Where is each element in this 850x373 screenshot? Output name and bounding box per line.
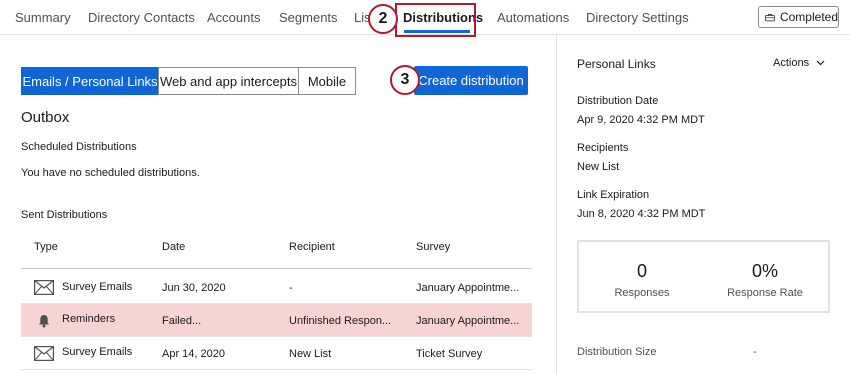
column-header-recipient[interactable]: Recipient — [289, 241, 335, 253]
nav-tab-automations[interactable]: Automations — [497, 10, 569, 25]
row-type: Survey Emails — [62, 346, 133, 358]
completed-label: Completed — [779, 10, 838, 24]
row-date: Jun 30, 2020 — [162, 282, 226, 294]
tab-emails-personal-links[interactable]: Emails / Personal Links — [21, 67, 159, 95]
table-header-divider — [21, 268, 532, 269]
distribution-date-value: Apr 9, 2020 4:32 PM MDT — [577, 114, 705, 126]
column-header-type[interactable]: Type — [34, 241, 58, 253]
actions-dropdown[interactable]: Actions — [773, 57, 825, 69]
step-badge-2: 2 — [368, 4, 398, 34]
sent-heading: Sent Distributions — [21, 209, 108, 221]
bell-icon — [38, 314, 50, 333]
recipients-value: New List — [577, 161, 620, 173]
nav-tab-accounts[interactable]: Accounts — [207, 10, 260, 25]
row-date: Failed... — [162, 315, 202, 327]
create-distribution-button[interactable]: Create distribution — [414, 66, 528, 95]
scheduled-heading: Scheduled Distributions — [21, 141, 137, 153]
scheduled-empty-text: You have no scheduled distributions. — [21, 167, 200, 179]
row-type: Reminders — [62, 313, 116, 325]
row-survey: January Appointme... — [416, 282, 520, 294]
nav-tab-summary[interactable]: Summary — [15, 10, 71, 25]
nav-tab-directory-contacts[interactable]: Directory Contacts — [88, 10, 195, 25]
table-row[interactable]: Survey Emails Apr 14, 2020 New List Tick… — [21, 337, 532, 370]
row-type: Survey Emails — [62, 281, 133, 293]
table-row-failed[interactable]: Reminders Failed... Unfinished Respon...… — [21, 304, 532, 337]
response-rate-label: Response Rate — [727, 287, 803, 299]
annotation-highlight-box — [395, 3, 476, 37]
outbox-heading: Outbox — [21, 109, 70, 126]
row-recipient: Unfinished Respon... — [289, 315, 392, 327]
distribution-size-label: Distribution Size — [577, 346, 657, 358]
tab-mobile[interactable]: Mobile — [298, 67, 356, 95]
envelope-icon — [34, 280, 54, 300]
responses-label: Responses — [614, 287, 670, 299]
link-expiration-label: Link Expiration — [577, 189, 650, 201]
distribution-size-value: - — [753, 346, 757, 358]
briefcase-icon — [765, 13, 775, 21]
row-survey: Ticket Survey — [416, 348, 483, 360]
chevron-down-icon — [816, 60, 825, 66]
table-row[interactable]: Survey Emails Jun 30, 2020 - January App… — [21, 271, 532, 304]
row-survey: January Appointme... — [416, 315, 520, 327]
row-recipient: New List — [289, 348, 332, 360]
column-header-date[interactable]: Date — [162, 241, 185, 253]
nav-tab-directory-settings[interactable]: Directory Settings — [586, 10, 689, 25]
response-rate-value: 0% — [751, 261, 778, 281]
panel-divider — [556, 35, 557, 373]
step-badge-3: 3 — [390, 65, 420, 95]
tab-web-app-intercepts[interactable]: Web and app intercepts — [158, 67, 299, 95]
row-recipient: - — [289, 282, 293, 294]
recipients-label: Recipients — [577, 142, 629, 154]
column-header-survey[interactable]: Survey — [416, 241, 450, 253]
responses-count: 0 — [636, 261, 647, 281]
envelope-icon — [34, 346, 54, 366]
row-date: Apr 14, 2020 — [162, 348, 225, 360]
nav-tab-segments[interactable]: Segments — [279, 10, 338, 25]
actions-label: Actions — [773, 57, 810, 69]
completed-button[interactable]: Completed — [758, 6, 839, 28]
link-expiration-value: Jun 8, 2020 4:32 PM MDT — [577, 208, 706, 220]
distribution-date-label: Distribution Date — [577, 95, 659, 107]
panel-title: Personal Links — [577, 57, 656, 71]
stats-box: 0 Responses 0% Response Rate — [577, 240, 830, 313]
